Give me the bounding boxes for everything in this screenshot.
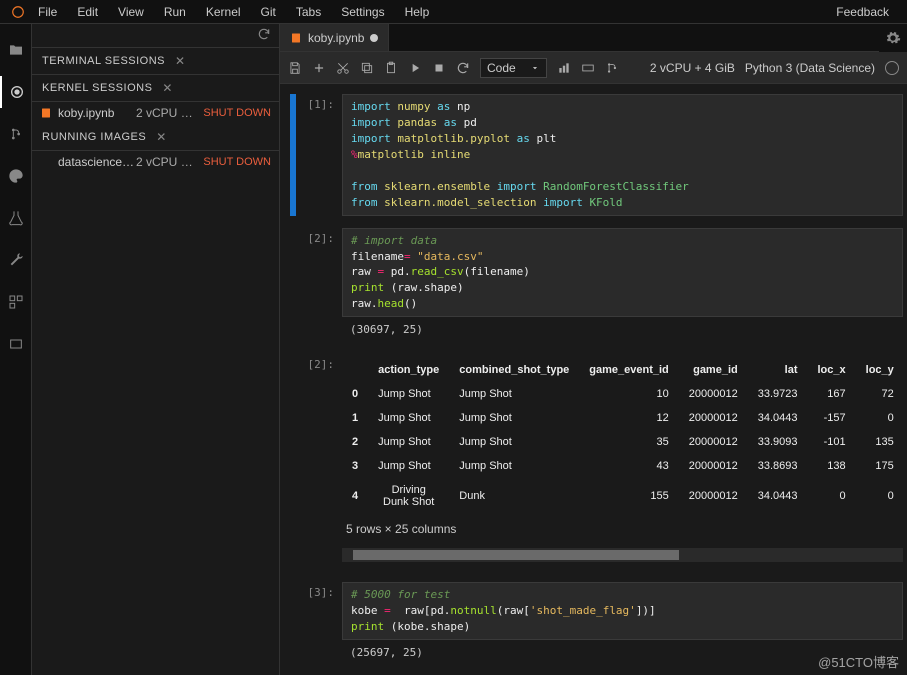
extensions-icon[interactable] <box>0 286 32 318</box>
gear-icon[interactable] <box>879 24 907 52</box>
menu-kernel[interactable]: Kernel <box>196 5 251 19</box>
notebook-icon <box>40 107 52 119</box>
keyboard-icon[interactable] <box>581 61 595 75</box>
left-iconbar <box>0 24 32 675</box>
add-cell-icon[interactable] <box>312 61 326 75</box>
palette-icon[interactable] <box>0 160 32 192</box>
app-logo <box>8 5 28 19</box>
notebook-icon <box>290 32 302 44</box>
feedback-link[interactable]: Feedback <box>826 5 899 19</box>
shutdown-button[interactable]: SHUT DOWN <box>203 156 271 168</box>
close-icon[interactable]: ✕ <box>175 54 186 68</box>
cut-icon[interactable] <box>336 61 350 75</box>
folder-icon[interactable] <box>0 34 32 66</box>
tab-bar: koby.ipynb <box>280 24 879 52</box>
notebook-tab[interactable]: koby.ipynb <box>280 24 389 51</box>
kernel-name[interactable]: Python 3 (Data Science) <box>745 61 875 75</box>
session-env: 2 vCPU +… <box>136 106 198 120</box>
kernel-status-icon[interactable] <box>885 61 899 75</box>
menu-git[interactable]: Git <box>251 5 286 19</box>
running-image-row[interactable]: datascience… 2 vCPU +… SHUT DOWN <box>32 151 279 173</box>
running-icon[interactable] <box>0 76 32 108</box>
menu-file[interactable]: File <box>28 5 67 19</box>
restart-icon[interactable] <box>456 61 470 75</box>
menu-edit[interactable]: Edit <box>67 5 108 19</box>
chart-icon[interactable] <box>557 61 571 75</box>
table-footer: 5 rows × 25 columns <box>342 514 903 544</box>
stop-icon[interactable] <box>432 61 446 75</box>
output-text: (30697, 25) <box>342 317 903 342</box>
cell-type-dropdown[interactable]: Code <box>480 58 547 78</box>
git-icon[interactable] <box>0 118 32 150</box>
refresh-icon[interactable] <box>257 27 271 44</box>
run-icon[interactable] <box>408 61 422 75</box>
top-menu-bar: FileEditViewRunKernelGitTabsSettingsHelp… <box>0 0 907 24</box>
code-cell[interactable]: [1]: import numpy as np import pandas as… <box>290 94 903 216</box>
menu-run[interactable]: Run <box>154 5 196 19</box>
horizontal-scrollbar[interactable] <box>342 548 903 562</box>
menu-view[interactable]: View <box>108 5 154 19</box>
output-text: (25697, 25) <box>342 640 903 665</box>
code-editor[interactable]: # import data filename= "data.csv" raw =… <box>342 228 903 318</box>
close-icon[interactable]: ✕ <box>156 130 167 144</box>
dataframe-output[interactable]: action_typecombined_shot_typegame_event_… <box>342 354 903 570</box>
unsaved-indicator <box>370 34 378 42</box>
code-editor[interactable]: import numpy as np import pandas as pd i… <box>342 94 903 216</box>
output-prompt: [2]: <box>298 354 342 570</box>
menu-help[interactable]: Help <box>395 5 440 19</box>
running-images-header[interactable]: RUNNING IMAGES ✕ <box>32 124 279 151</box>
code-cell[interactable]: [3]: # 5000 for test kobe = raw[pd.notnu… <box>290 582 903 665</box>
copy-icon[interactable] <box>360 61 374 75</box>
dataframe-table: action_typecombined_shot_typegame_event_… <box>342 358 907 514</box>
notebook-toolbar: Code 2 vCPU + 4 GiB Python 3 (Data Scien… <box>280 52 907 84</box>
menu-settings[interactable]: Settings <box>331 5 394 19</box>
terminal-sessions-header[interactable]: TERMINAL SESSIONS ✕ <box>32 48 279 75</box>
session-name: koby.ipynb <box>58 106 136 120</box>
shutdown-button[interactable]: SHUT DOWN <box>203 107 271 119</box>
input-prompt: [2]: <box>298 228 342 343</box>
paste-icon[interactable] <box>384 61 398 75</box>
input-prompt: [3]: <box>298 582 342 665</box>
image-name: datascience… <box>58 155 136 169</box>
image-env: 2 vCPU +… <box>136 155 198 169</box>
running-sessions-panel: TERMINAL SESSIONS ✕ KERNEL SESSIONS ✕ ko… <box>32 24 280 675</box>
git-tb-icon[interactable] <box>605 61 619 75</box>
output-cell: [2]: action_typecombined_shot_typegame_e… <box>290 354 903 570</box>
instance-type[interactable]: 2 vCPU + 4 GiB <box>650 61 735 75</box>
code-cell[interactable]: [2]: # import data filename= "data.csv" … <box>290 228 903 343</box>
kernel-sessions-header[interactable]: KERNEL SESSIONS ✕ <box>32 75 279 102</box>
panel-toolbar <box>32 24 279 48</box>
experiment-icon[interactable] <box>0 202 32 234</box>
tab-title: koby.ipynb <box>308 31 364 45</box>
wrench-icon[interactable] <box>0 244 32 276</box>
close-icon[interactable]: ✕ <box>162 81 173 95</box>
code-editor[interactable]: # 5000 for test kobe = raw[pd.notnull(ra… <box>342 582 903 640</box>
menu-tabs[interactable]: Tabs <box>286 5 331 19</box>
tabs-list-icon[interactable] <box>0 328 32 360</box>
kernel-session-row[interactable]: koby.ipynb 2 vCPU +… SHUT DOWN <box>32 102 279 124</box>
input-prompt: [1]: <box>298 94 342 216</box>
notebook-area[interactable]: [1]: import numpy as np import pandas as… <box>280 84 907 675</box>
save-icon[interactable] <box>288 61 302 75</box>
